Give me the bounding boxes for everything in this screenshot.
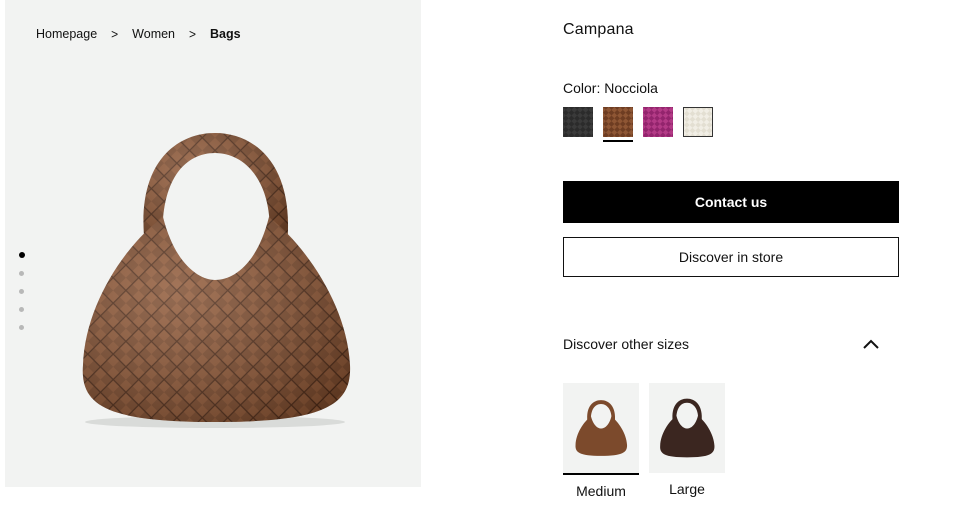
breadcrumb-homepage[interactable]: Homepage — [36, 27, 97, 41]
product-image — [82, 133, 351, 428]
size-thumbnail — [649, 383, 725, 473]
other-sizes-label: Discover other sizes — [563, 336, 690, 352]
gallery-pagination — [19, 252, 25, 330]
swatch-fuchsia[interactable] — [643, 107, 673, 137]
gallery-dot-2[interactable] — [19, 271, 24, 276]
size-option-large[interactable]: Large — [649, 383, 725, 497]
breadcrumb-women[interactable]: Women — [132, 27, 175, 41]
gallery-dot-3[interactable] — [19, 289, 24, 294]
chevron-right-icon: > — [189, 26, 197, 42]
gallery-dot-4[interactable] — [19, 307, 24, 312]
swatch-cream[interactable] — [683, 107, 713, 137]
gallery-dot-5[interactable] — [19, 325, 24, 330]
color-swatches — [563, 107, 713, 142]
size-label: Large — [669, 481, 705, 497]
product-gallery: Homepage > Women > Bags — [5, 0, 421, 487]
chevron-up-icon — [863, 339, 879, 349]
size-label: Medium — [576, 483, 626, 499]
breadcrumb-current: Bags — [210, 27, 241, 41]
bag-thumbnail-image — [660, 398, 715, 458]
discover-in-store-button[interactable]: Discover in store — [563, 237, 899, 277]
contact-us-button[interactable]: Contact us — [563, 181, 899, 223]
breadcrumb: Homepage > Women > Bags — [36, 26, 241, 42]
swatch-black[interactable] — [563, 107, 593, 137]
product-title: Campana — [563, 21, 634, 38]
size-thumbnail — [563, 383, 639, 475]
bag-thumbnail-image — [575, 400, 628, 456]
gallery-dot-1[interactable] — [19, 252, 25, 258]
chevron-right-icon: > — [111, 26, 119, 42]
color-label: Color: Nocciola — [563, 80, 658, 96]
swatch-nocciola[interactable] — [603, 107, 633, 142]
other-sizes-toggle[interactable]: Discover other sizes — [563, 336, 883, 356]
size-option-medium[interactable]: Medium — [563, 383, 639, 499]
